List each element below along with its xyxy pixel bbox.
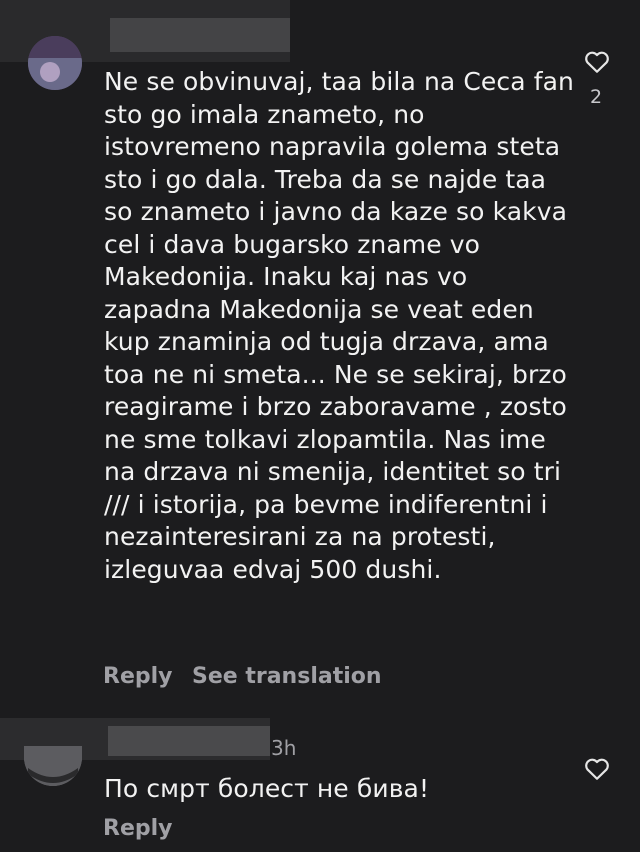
heart-outline-icon[interactable] — [584, 757, 610, 781]
reply-button[interactable]: Reply — [103, 664, 173, 689]
comment-text: По смрт болест не бива! — [104, 774, 430, 803]
blurred-username-top-2 — [110, 18, 290, 52]
see-translation-button[interactable]: See translation — [192, 664, 382, 689]
avatar[interactable] — [28, 36, 82, 90]
heart-outline-icon[interactable] — [584, 50, 610, 74]
timestamp: 3h — [271, 736, 297, 760]
avatar[interactable] — [24, 746, 82, 786]
reply-button[interactable]: Reply — [103, 816, 173, 841]
blurred-username-2b — [108, 726, 270, 756]
like-count: 2 — [590, 86, 603, 108]
comment-text: Ne se obvinuvaj, taa bila na Ceca fan st… — [104, 67, 574, 584]
